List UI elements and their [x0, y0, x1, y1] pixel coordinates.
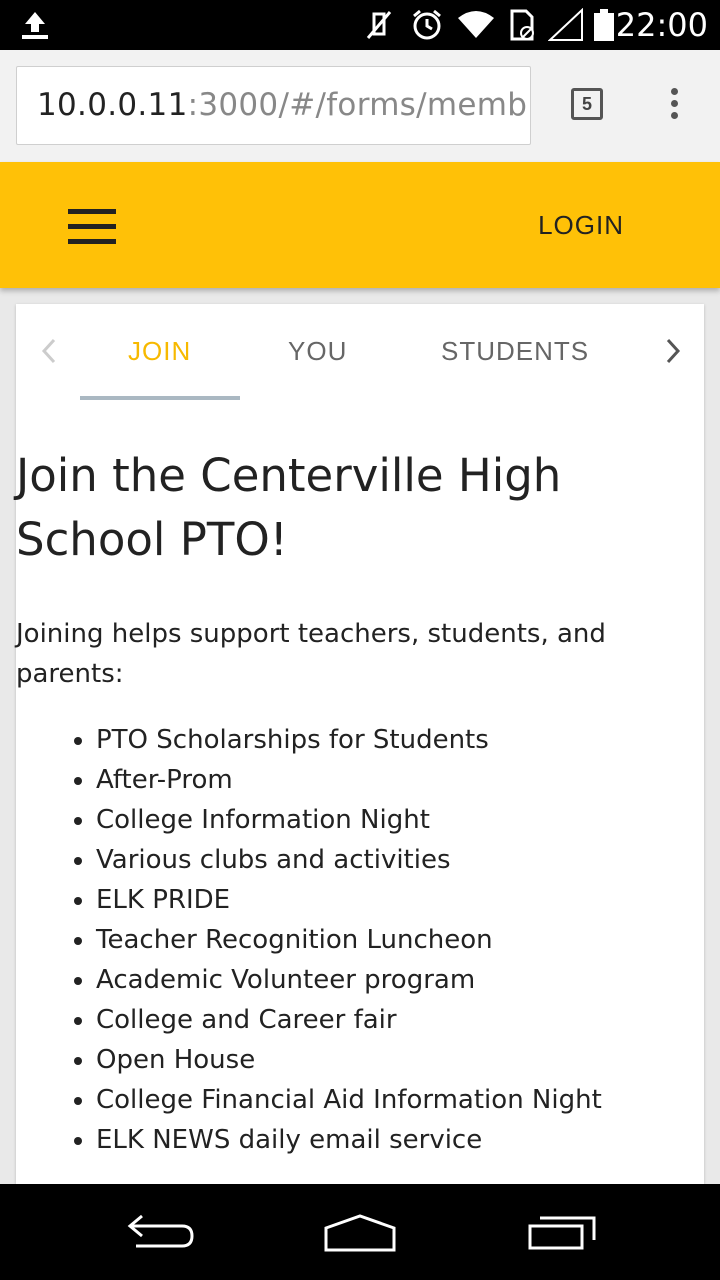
active-tab-indicator	[80, 396, 240, 400]
list-item: College Information Night	[96, 800, 704, 840]
tab-switcher-button[interactable]: 5	[571, 88, 603, 120]
join-content: Join the Centerville High School PTO! Jo…	[16, 444, 704, 1160]
tab-join[interactable]: JOIN	[128, 336, 191, 367]
url-path: :3000/#/forms/memb	[187, 87, 528, 123]
tab-you[interactable]: YOU	[288, 336, 347, 367]
list-item: Teacher Recognition Luncheon	[96, 920, 704, 960]
home-icon[interactable]	[320, 1202, 400, 1262]
back-icon[interactable]	[122, 1202, 198, 1262]
upload-icon	[22, 12, 48, 39]
list-item: Academic Volunteer program	[96, 960, 704, 1000]
url-text: 10.0.0.11:3000/#/forms/memb	[37, 87, 527, 123]
mute-icon	[366, 11, 392, 39]
system-nav-bar	[0, 1184, 720, 1280]
list-item: Open House	[96, 1040, 704, 1080]
page-title: Join the Centerville High School PTO!	[16, 449, 562, 566]
signal-icon	[548, 8, 583, 41]
alarm-icon	[413, 9, 441, 40]
list-item: ELK NEWS daily email service	[96, 1120, 704, 1160]
sim-icon	[510, 9, 534, 41]
benefits-list: PTO Scholarships for Students After-Prom…	[16, 720, 704, 1160]
wifi-icon	[458, 11, 494, 38]
status-bar: 22:00	[0, 0, 720, 50]
app-bar: LOGIN	[0, 162, 720, 288]
browser-toolbar: 10.0.0.11:3000/#/forms/memb 5	[0, 50, 720, 162]
tabs-prev-icon[interactable]	[34, 334, 64, 368]
form-card: JOIN YOU STUDENTS Join the Centerville H…	[16, 304, 704, 1184]
status-time: 22:00	[615, 6, 708, 44]
overflow-menu-icon[interactable]	[660, 88, 688, 124]
tab-students[interactable]: STUDENTS	[441, 336, 589, 367]
recents-icon[interactable]	[524, 1202, 600, 1262]
list-item: ELK PRIDE	[96, 880, 704, 920]
list-item: After-Prom	[96, 760, 704, 800]
battery-icon	[594, 9, 614, 41]
login-button[interactable]: LOGIN	[538, 210, 624, 241]
url-host: 10.0.0.11	[37, 87, 188, 123]
form-tabs: JOIN YOU STUDENTS	[16, 304, 704, 400]
url-bar[interactable]: 10.0.0.11:3000/#/forms/memb	[16, 66, 531, 145]
list-item: College and Career fair	[96, 1000, 704, 1040]
intro-text: Joining helps support teachers, students…	[16, 619, 606, 689]
hamburger-menu-icon[interactable]	[68, 209, 116, 244]
list-item: College Financial Aid Information Night	[96, 1080, 704, 1120]
list-item: PTO Scholarships for Students	[96, 720, 704, 760]
list-item: Various clubs and activities	[96, 840, 704, 880]
tabs-next-icon[interactable]	[658, 334, 688, 368]
